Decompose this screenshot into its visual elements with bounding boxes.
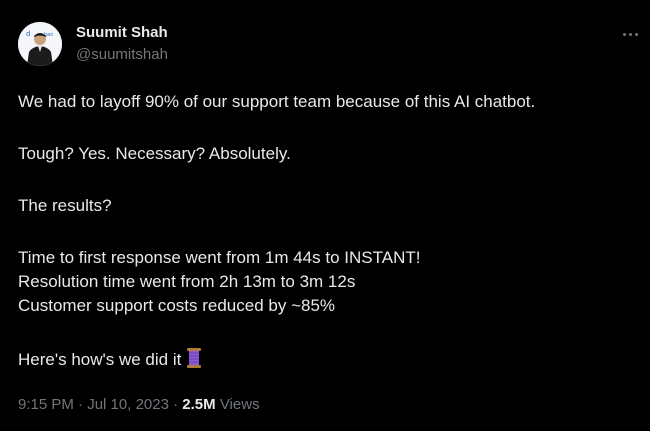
tweet-line-last: Here's how's we did it xyxy=(18,347,638,376)
tweet-text: We had to layoff 90% of our support team… xyxy=(18,90,638,376)
tweet-line: Resolution time went from 2h 13m to 3m 1… xyxy=(18,272,356,291)
dot xyxy=(628,32,632,36)
tweet-meta: 9:15 PM · Jul 10, 2023 · 2.5M Views xyxy=(18,396,260,413)
tweet-date[interactable]: Jul 10, 2023 xyxy=(87,396,169,413)
author-name[interactable]: Suumit Shah xyxy=(76,24,168,41)
views-label: Views xyxy=(219,396,260,413)
tweet-line: Time to first response went from 1m 44s … xyxy=(18,248,421,267)
views-count: 2.5M xyxy=(182,396,216,413)
spool-of-thread-icon xyxy=(184,347,204,376)
tweet: d ban Suumit Shah @suumitshah We had to … xyxy=(0,0,650,431)
separator: · xyxy=(173,396,183,413)
separator: · xyxy=(78,396,88,413)
tweet-line: We had to layoff 90% of our support team… xyxy=(18,92,536,111)
tweet-line: The results? xyxy=(18,196,112,215)
dot xyxy=(634,32,638,36)
tweet-line: Customer support costs reduced by ~85% xyxy=(18,296,336,315)
tweet-time[interactable]: 9:15 PM xyxy=(18,396,74,413)
svg-text:d: d xyxy=(26,30,30,38)
tweet-line: Here's how's we did it xyxy=(18,350,182,369)
author-handle[interactable]: @suumitshah xyxy=(76,46,168,63)
tweet-line: Tough? Yes. Necessary? Absolutely. xyxy=(18,144,291,163)
more-options-icon[interactable] xyxy=(616,22,644,46)
avatar[interactable]: d ban xyxy=(18,22,62,66)
dot xyxy=(622,32,626,36)
